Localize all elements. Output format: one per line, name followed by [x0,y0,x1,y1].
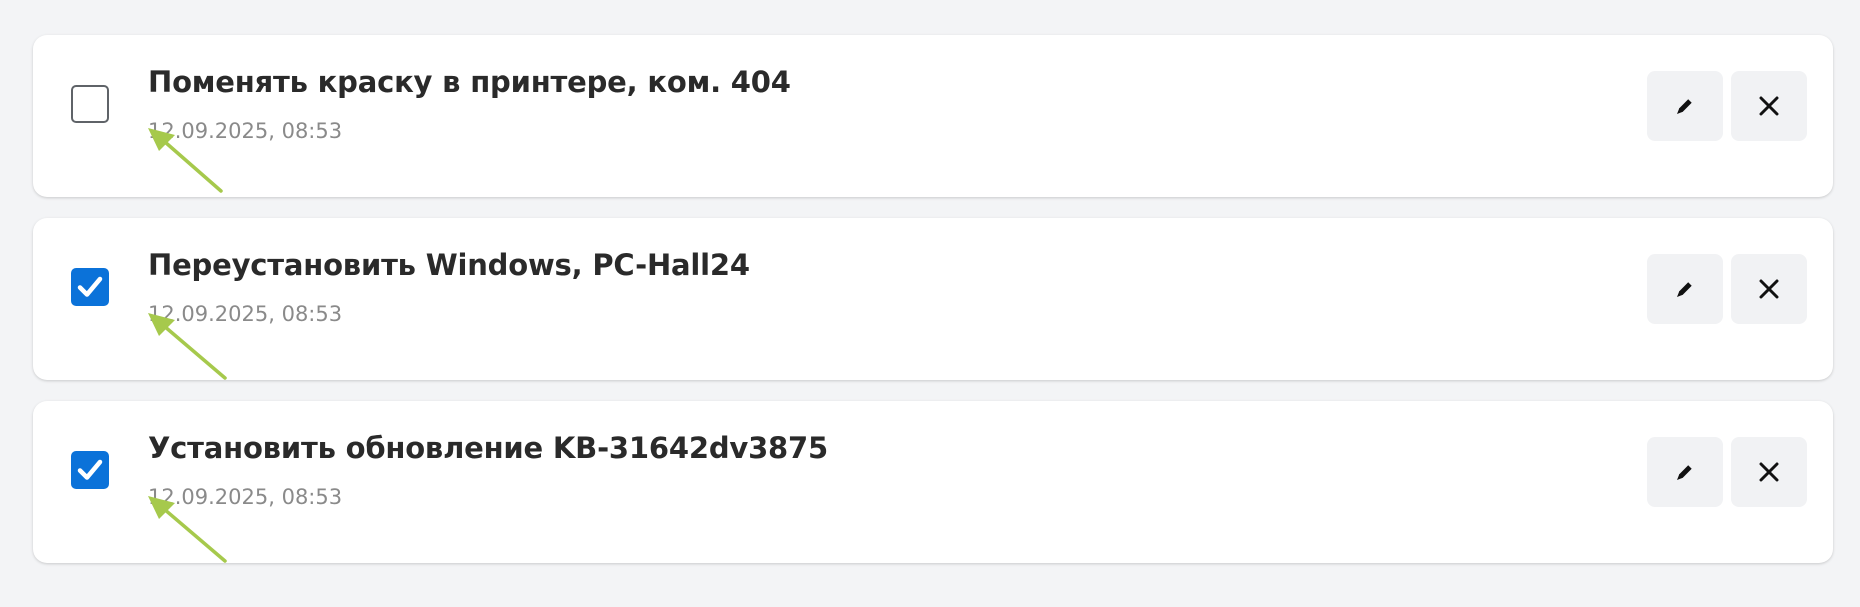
pencil-icon [1677,282,1692,297]
pencil-icon [1677,99,1692,114]
task-date: 12.09.2025, 08:53 [148,485,343,509]
edit-button[interactable] [1647,71,1723,141]
task-card: Установить обновление KB-31642dv3875 12.… [33,401,1833,563]
checkmark-icon [77,459,103,480]
task-title: Переустановить Windows, PC-Hall24 [148,248,750,282]
task-date: 12.09.2025, 08:53 [148,119,343,143]
edit-button[interactable] [1647,437,1723,507]
task-checkbox[interactable] [71,451,109,489]
close-icon [1759,96,1779,116]
task-list: Поменять краску в принтере, ком. 404 12.… [0,0,1860,607]
task-checkbox[interactable] [71,85,109,123]
close-icon [1759,279,1779,299]
close-icon [1759,462,1779,482]
delete-button[interactable] [1731,437,1807,507]
task-date: 12.09.2025, 08:53 [148,302,343,326]
pencil-icon [1677,465,1692,480]
delete-button[interactable] [1731,71,1807,141]
delete-button[interactable] [1731,254,1807,324]
task-title: Поменять краску в принтере, ком. 404 [148,65,791,99]
edit-button[interactable] [1647,254,1723,324]
task-checkbox[interactable] [71,268,109,306]
task-title: Установить обновление KB-31642dv3875 [148,431,828,465]
checkmark-icon [77,276,103,297]
task-card: Поменять краску в принтере, ком. 404 12.… [33,35,1833,197]
task-card: Переустановить Windows, PC-Hall24 12.09.… [33,218,1833,380]
